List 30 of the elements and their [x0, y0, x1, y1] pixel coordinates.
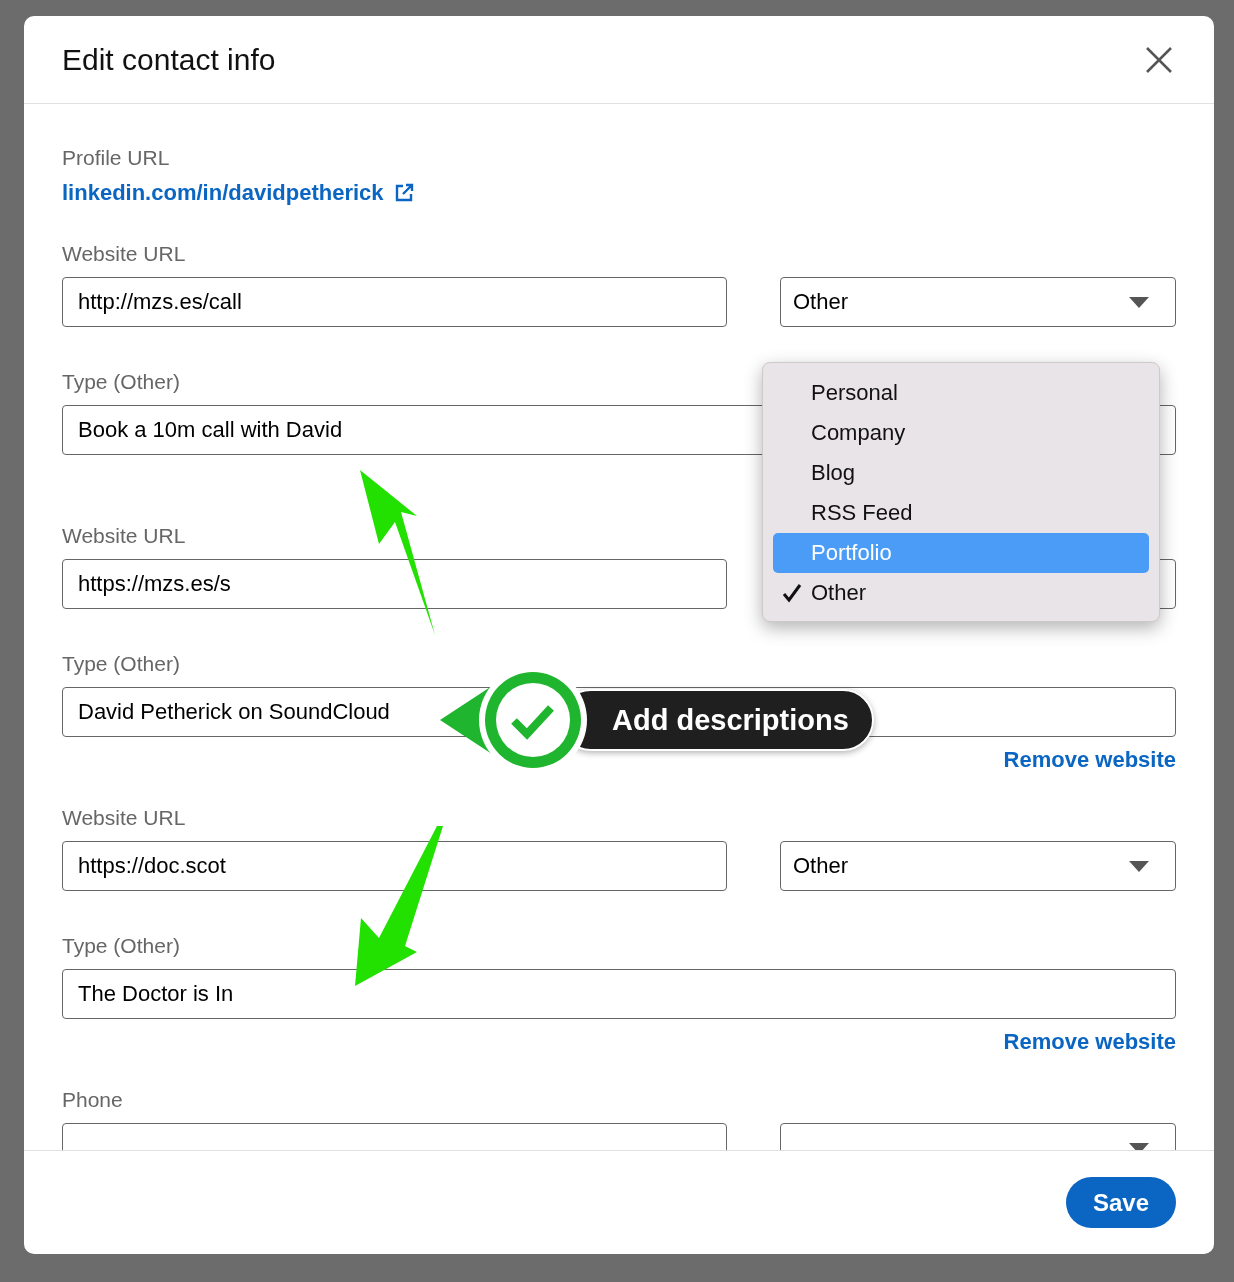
url-field[interactable]: https://doc.scot — [62, 841, 727, 891]
caret-icon — [1129, 1142, 1149, 1150]
field-label: Website URL — [62, 242, 186, 266]
dropdown-option[interactable]: Blog — [773, 453, 1149, 493]
remove-website-link[interactable]: Remove website — [1003, 748, 1176, 772]
remove-website-link[interactable]: Remove website — [1003, 1030, 1176, 1054]
url-field[interactable]: http://mzs.es/call — [62, 277, 727, 327]
caret-icon — [1129, 860, 1149, 872]
profile-link[interactable]: linkedin.com/in/davidpetherick — [62, 181, 384, 205]
close-icon[interactable] — [1146, 46, 1172, 73]
save-button[interactable]: Save — [1066, 1177, 1176, 1228]
field-label: Profile URL — [62, 146, 170, 170]
external-link-icon[interactable] — [393, 183, 414, 203]
type-dropdown[interactable]: Other — [780, 841, 1176, 891]
field-label: Type (Other) — [62, 934, 180, 958]
description-field[interactable]: The Doctor is In — [62, 969, 1176, 1019]
field-label: Type (Other) — [62, 370, 180, 394]
checkmark-icon — [782, 583, 802, 603]
arrow-icon — [355, 826, 445, 988]
type-dropdown[interactable]: Other — [780, 277, 1176, 327]
field-label: Phone — [62, 1088, 123, 1112]
field-label: Type (Other) — [62, 652, 180, 676]
url-field[interactable]: https://mzs.es/s — [62, 559, 727, 609]
dialog-title: Edit contact info — [62, 42, 276, 77]
field-label: Website URL — [62, 806, 186, 830]
caret-icon — [1129, 296, 1149, 308]
dropdown-option[interactable]: Company — [773, 413, 1149, 453]
dropdown-option[interactable]: Other — [773, 573, 1149, 613]
dropdown-option[interactable]: RSS Feed — [773, 493, 1149, 533]
field-label: Website URL — [62, 524, 186, 548]
